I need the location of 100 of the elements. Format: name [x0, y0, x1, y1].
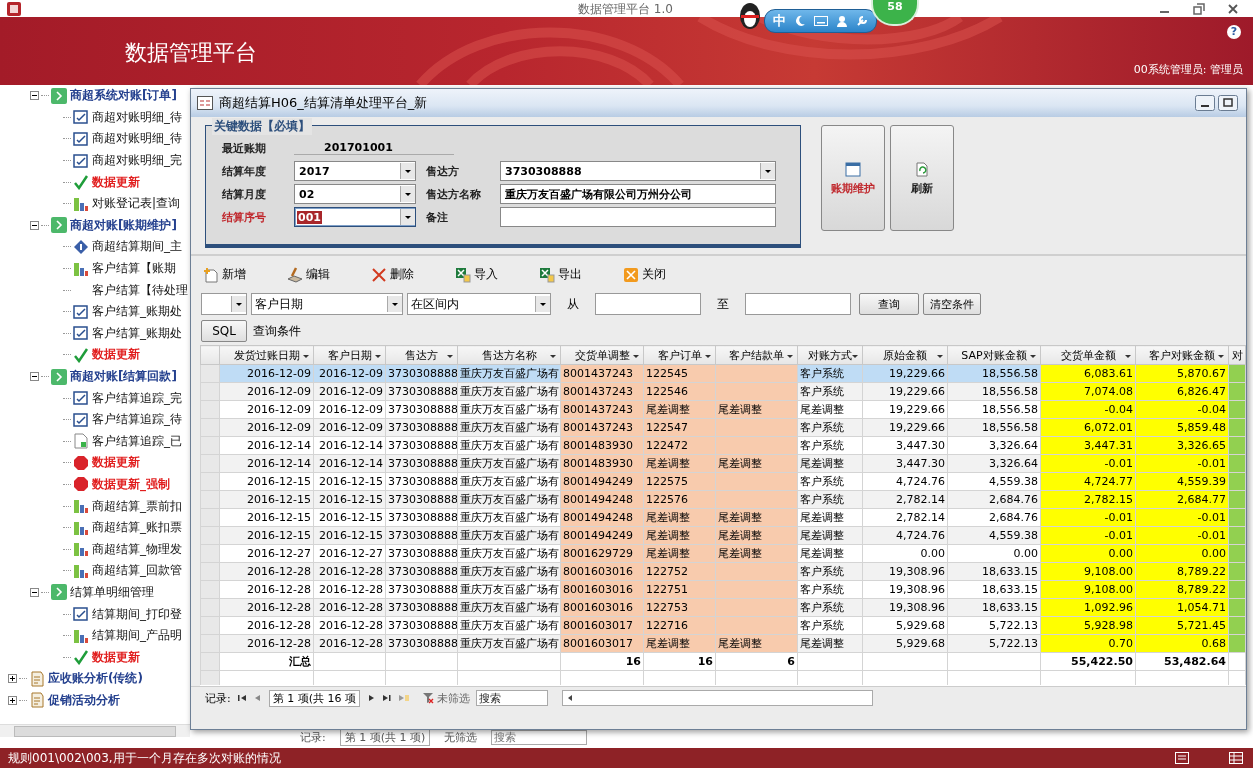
column-header[interactable]: 交货单金额: [1040, 345, 1136, 365]
tree-item[interactable]: 商超对账明细_待: [92, 108, 182, 126]
column-header[interactable]: 对账方式: [797, 345, 863, 365]
tree-item[interactable]: 商超对账明细_待: [92, 130, 182, 148]
tree-item[interactable]: 商超系统对账[订单]: [70, 87, 177, 105]
query-button[interactable]: 查询: [859, 293, 919, 315]
tree-item[interactable]: 客户结算_账期处: [92, 303, 182, 321]
sort-arrow-icon[interactable]: [374, 352, 382, 360]
expander-icon[interactable]: [30, 372, 39, 381]
tree-item[interactable]: 应收账分析(传统): [48, 670, 143, 688]
column-header[interactable]: 售达方: [385, 345, 458, 365]
dropdown-arrow-icon[interactable]: [400, 163, 415, 179]
tree-item[interactable]: 商超结算期间_主: [92, 238, 182, 256]
table-row[interactable]: 2016-12-15 2016-12-15 3730308888 重庆万友百盛广场有 8001494249 122575 客户系统 4,724.76 4,559.38 4,724.77 4,559.39: [200, 472, 1246, 491]
tree-item[interactable]: 商超结算_票前扣: [92, 497, 182, 515]
form-view-icon[interactable]: [1175, 752, 1189, 764]
toolbar-button[interactable]: 关闭: [623, 266, 707, 283]
tree-item[interactable]: 数据更新: [92, 346, 140, 364]
first-record-icon[interactable]: [236, 693, 247, 703]
dropdown-field[interactable]: 在区间内: [407, 293, 551, 315]
input-field[interactable]: [595, 293, 701, 315]
table-row[interactable]: 2016-12-28 2016-12-28 3730308888 重庆万友百盛广场有 8001603017 尾差调整 尾差调整 尾差调整 5,929.68 5,722.13 0.70 0.68: [200, 634, 1246, 653]
close-icon[interactable]: [1227, 2, 1239, 15]
dropdown-field[interactable]: 3730308888: [500, 161, 776, 181]
toolbar-button[interactable]: 新增: [203, 266, 287, 283]
table-row[interactable]: 2016-12-27 2016-12-27 3730308888 重庆万友百盛广场有 8001629729 尾差调整 尾差调整 尾差调整 0.00 0.00 0.00 0.00: [200, 544, 1246, 563]
clear-button[interactable]: 清空条件: [923, 293, 981, 315]
dropdown-field[interactable]: 2017: [294, 161, 416, 181]
tree-item[interactable]: 数据更新: [92, 648, 140, 666]
table-row[interactable]: 2016-12-14 2016-12-14 3730308888 重庆万友百盛广场有 8001483930 122472 客户系统 3,447.30 3,326.64 3,447.31 3,326.65: [200, 436, 1246, 455]
text-field[interactable]: 重庆万友百盛广场有限公司万州分公司: [500, 184, 776, 204]
column-header[interactable]: 售达方名称: [457, 345, 561, 365]
sort-arrow-icon[interactable]: [936, 352, 944, 360]
column-header[interactable]: 发货过账日期: [219, 345, 314, 365]
dropdown-arrow-icon[interactable]: [760, 163, 775, 179]
dropdown-arrow-icon[interactable]: [231, 296, 246, 312]
action-button[interactable]: 账期维护: [821, 125, 885, 231]
table-row[interactable]: 2016-12-09 2016-12-09 3730308888 重庆万友百盛广场有 8001437243 122545 客户系统 19,229.66 18,556.58 6,083.61 5,870.67: [200, 364, 1246, 383]
dropdown-arrow-icon[interactable]: [400, 186, 415, 202]
column-header[interactable]: 客户结款单: [715, 345, 798, 365]
table-row[interactable]: 2016-12-15 2016-12-15 3730308888 重庆万友百盛广场有 8001494249 尾差调整 尾差调整 尾差调整 4,724.76 4,559.38 -0.01 -0.01: [200, 526, 1246, 545]
keyboard-icon[interactable]: [814, 16, 828, 26]
expander-icon[interactable]: [8, 674, 17, 684]
dropdown-field[interactable]: 02: [294, 184, 416, 204]
column-header[interactable]: 客户订单: [643, 345, 716, 365]
tree-item[interactable]: 数据更新_强制: [92, 476, 170, 493]
tree-item[interactable]: 客户结算【账期: [92, 260, 176, 278]
toolbar-button[interactable]: 编辑: [287, 266, 371, 283]
tree-item[interactable]: 客户结算追踪_待: [92, 411, 182, 429]
table-row[interactable]: 2016-12-09 2016-12-09 3730308888 重庆万友百盛广场有 8001437243 尾差调整 尾差调整 尾差调整 19,229.66 18,556.58 -0.04 -0.04: [200, 400, 1246, 419]
restore-icon[interactable]: [1193, 2, 1205, 15]
table-row[interactable]: 2016-12-28 2016-12-28 3730308888 重庆万友百盛广场有 8001603016 122751 客户系统 19,308.96 18,633.15 9,108.00 8,789.22: [200, 580, 1246, 599]
tree-item[interactable]: 结算期间_打印登: [92, 605, 182, 623]
table-row[interactable]: 2016-12-28 2016-12-28 3730308888 重庆万友百盛广场有 8001603016 122753 客户系统 19,308.96 18,633.15 1,092.96 1,054.71: [200, 598, 1246, 617]
tree-item[interactable]: 商超对账[账期维护]: [70, 216, 177, 234]
tree-item[interactable]: 数据更新: [92, 173, 140, 191]
sort-arrow-icon[interactable]: [446, 352, 454, 360]
filter-status[interactable]: 无筛选: [444, 729, 478, 745]
sort-arrow-icon[interactable]: [1217, 352, 1225, 360]
tree-item[interactable]: 客户结算追踪_完: [92, 389, 182, 407]
help-button[interactable]: ?: [1227, 25, 1241, 39]
column-header[interactable]: 客户日期: [313, 345, 386, 365]
toolbar-button[interactable]: 导出: [539, 266, 623, 283]
record-position-field[interactable]: 第 1 项(共 16 项: [268, 689, 360, 707]
column-header[interactable]: 客户对账金额: [1135, 345, 1229, 365]
table-row[interactable]: 2016-12-15 2016-12-15 3730308888 重庆万友百盛广场有 8001494248 尾差调整 尾差调整 尾差调整 2,782.14 2,684.76 -0.01 -0.01: [200, 508, 1246, 527]
minimize-icon[interactable]: [1195, 95, 1215, 111]
tree-item[interactable]: 商超结算_物理发: [92, 540, 182, 558]
sort-arrow-icon[interactable]: [1124, 352, 1132, 360]
search-field[interactable]: 搜索: [476, 690, 548, 706]
expander-icon[interactable]: [8, 695, 17, 705]
dropdown-field[interactable]: [201, 293, 247, 315]
sort-arrow-icon[interactable]: [851, 352, 859, 360]
tree-item[interactable]: 结算期间_产品明: [92, 627, 182, 645]
text-field[interactable]: [500, 207, 776, 227]
column-header[interactable]: SAP对账金额: [947, 345, 1041, 365]
datasheet-view-icon[interactable]: [1229, 752, 1243, 764]
filter-status[interactable]: 未筛选: [422, 690, 470, 706]
sort-arrow-icon[interactable]: [1029, 352, 1037, 360]
tree-item[interactable]: 结算单明细管理: [70, 583, 154, 601]
sort-arrow-icon[interactable]: [549, 352, 557, 360]
dropdown-arrow-icon[interactable]: [387, 296, 402, 312]
sql-button[interactable]: SQL: [201, 320, 247, 342]
sort-arrow-icon[interactable]: [302, 352, 310, 360]
tree-item[interactable]: 商超结算_账扣票: [92, 519, 182, 537]
user-icon[interactable]: [836, 15, 848, 27]
sort-arrow-icon[interactable]: [704, 352, 712, 360]
table-row[interactable]: 2016-12-28 2016-12-28 3730308888 重庆万友百盛广场有 8001603016 122752 客户系统 19,308.96 18,633.15 9,108.00 8,789.22: [200, 562, 1246, 581]
dropdown-field[interactable]: 001: [294, 207, 416, 227]
tree-item[interactable]: 促销活动分析: [48, 691, 120, 709]
dropdown-arrow-icon[interactable]: [535, 296, 550, 312]
dropdown-field[interactable]: 客户日期: [251, 293, 403, 315]
action-button[interactable]: 刷新: [890, 125, 954, 231]
expander-icon[interactable]: [30, 587, 39, 597]
tree-item[interactable]: 商超对账[结算回款]: [70, 368, 177, 385]
tree-item[interactable]: 商超对账明细_完: [92, 152, 182, 170]
table-row[interactable]: 2016-12-09 2016-12-09 3730308888 重庆万友百盛广场有 8001437243 122547 客户系统 19,229.66 18,556.58 6,072.01 5,859.48: [200, 418, 1246, 437]
tree-item[interactable]: 客户结算追踪_已: [92, 432, 182, 450]
maximize-icon[interactable]: [1218, 95, 1238, 111]
tree-item[interactable]: 数据更新: [92, 454, 140, 472]
